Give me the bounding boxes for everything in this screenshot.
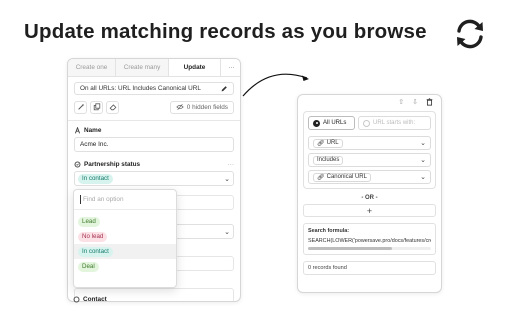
name-label: Name — [84, 127, 102, 134]
status-field-label: Partnership status ··· — [74, 161, 234, 168]
formula-scrollbar[interactable] — [308, 247, 431, 250]
name-field-label: Name — [74, 127, 234, 134]
scrollbar-thumb[interactable] — [308, 247, 392, 250]
chevron-down-icon: ⌄ — [224, 175, 230, 183]
url-chip-label: URL — [326, 140, 339, 146]
option-tag: Deal — [78, 261, 99, 272]
eraser-icon — [109, 104, 116, 111]
name-input[interactable]: Acme Inc. — [74, 137, 234, 152]
operator-select[interactable]: Includes ⌄ — [308, 153, 431, 167]
records-found: 0 records found — [303, 261, 436, 275]
all-urls-option[interactable]: All URLs — [308, 116, 356, 130]
status-tag: In contact — [78, 173, 113, 184]
eye-off-icon — [176, 103, 184, 111]
condition-group: All URLs URL starts with: 🔗︎ URL ⌄ Inclu… — [303, 111, 436, 189]
formula-title: Search formula: — [308, 228, 350, 234]
name-value: Acme Inc. — [80, 141, 109, 148]
radio-empty-icon — [363, 119, 371, 127]
text-icon — [74, 127, 81, 134]
url-scope-toggle: All URLs URL starts with: — [308, 116, 431, 130]
chevron-down-icon: ⌄ — [224, 228, 230, 236]
filter-section: On all URLs: URL Includes Canonical URL … — [68, 82, 240, 121]
tab-bar: Create one Create many Update ··· — [68, 59, 240, 77]
arrow-down-icon[interactable]: ⇩ — [412, 98, 418, 106]
canonical-url-label: Canonical URL — [326, 174, 367, 180]
option-lead[interactable]: Lead — [74, 214, 176, 229]
option-deal[interactable]: Deal — [74, 259, 176, 274]
add-condition-button[interactable]: + — [303, 204, 436, 217]
chevron-down-icon: ⌄ — [420, 174, 426, 181]
status-select[interactable]: In contact ⌄ — [74, 171, 234, 186]
option-tag: Lead — [78, 216, 100, 227]
tool-row: 0 hidden fields — [74, 100, 234, 114]
refresh-icon — [457, 19, 483, 49]
copy-button[interactable] — [90, 100, 103, 114]
option-search-input[interactable]: Find an option — [74, 190, 176, 210]
status-label: Partnership status — [84, 161, 141, 168]
trash-icon[interactable] — [426, 98, 433, 106]
url-filter-text: On all URLs: URL Includes Canonical URL — [80, 85, 201, 92]
text-caret — [80, 195, 81, 204]
link-icon: 🔗︎ — [317, 174, 325, 181]
tab-create-one[interactable]: Create one — [68, 59, 116, 76]
wand-icon — [77, 103, 84, 110]
circle-icon — [74, 161, 81, 168]
url-chip: 🔗︎ URL — [313, 138, 343, 148]
option-tag: No lead — [78, 231, 108, 242]
wand-button[interactable] — [74, 100, 87, 114]
option-in-contact[interactable]: In contact — [74, 244, 176, 259]
condition-actions: ⇧ ⇩ — [298, 95, 441, 109]
canonical-url-chip: 🔗︎ Canonical URL — [313, 172, 371, 182]
arrow-up-icon[interactable]: ⇧ — [398, 98, 404, 106]
url-starts-with-option[interactable]: URL starts with: — [358, 116, 431, 130]
contact-field-label: Contact — [73, 296, 107, 303]
url-condition-panel: ⇧ ⇩ All URLs URL starts with: 🔗︎ URL ⌄ I… — [297, 94, 442, 293]
circle-icon — [73, 296, 80, 303]
contact-label: Contact — [83, 296, 107, 303]
value-select[interactable]: 🔗︎ Canonical URL ⌄ — [308, 170, 431, 184]
chevron-down-icon: ⌄ — [420, 157, 426, 164]
link-icon: 🔗︎ — [317, 140, 325, 147]
hidden-fields-button[interactable]: 0 hidden fields — [169, 100, 234, 114]
eraser-button[interactable] — [106, 100, 119, 114]
status-more-button[interactable]: ··· — [228, 161, 234, 168]
search-formula-box: Search formula: SEARCH(LOWER('powersave.… — [303, 223, 436, 255]
radio-selected-icon — [313, 119, 320, 127]
tab-create-many[interactable]: Create many — [116, 59, 169, 76]
field-select[interactable]: 🔗︎ URL ⌄ — [308, 136, 431, 150]
hidden-fields-label: 0 hidden fields — [186, 103, 228, 111]
operator-chip: Includes — [313, 155, 344, 165]
copy-icon — [93, 103, 100, 111]
status-options-dropdown: Find an option Lead No lead In contact D… — [73, 189, 177, 288]
option-no-lead[interactable]: No lead — [74, 229, 176, 244]
option-tag: In contact — [78, 246, 113, 257]
url-starts-with-label: URL starts with: — [373, 120, 416, 126]
tab-more[interactable]: ··· — [221, 59, 240, 76]
or-separator: - OR - — [361, 195, 378, 201]
headline: Update matching records as you browse — [24, 20, 427, 43]
option-search-placeholder: Find an option — [83, 196, 124, 203]
chevron-down-icon: ⌄ — [420, 140, 426, 147]
all-urls-label: All URLs — [323, 120, 347, 126]
url-filter-row[interactable]: On all URLs: URL Includes Canonical URL — [74, 82, 234, 95]
tab-update[interactable]: Update — [169, 59, 221, 76]
pencil-icon[interactable] — [220, 85, 228, 93]
formula-text: SEARCH(LOWER('powersave.pro/docs/feature… — [308, 238, 431, 244]
